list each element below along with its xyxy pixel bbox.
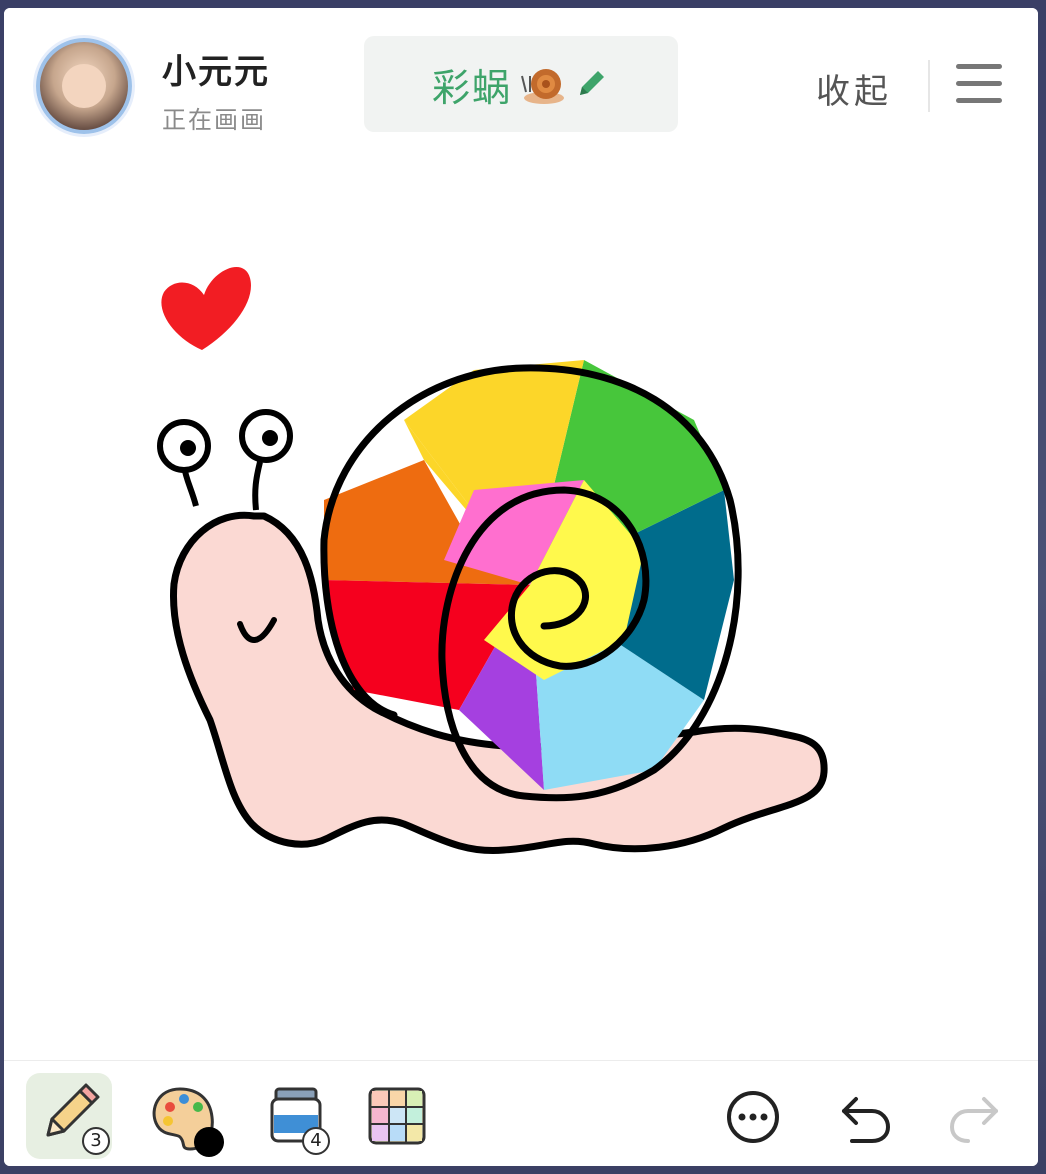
color-grid-icon — [368, 1087, 426, 1145]
fill-bucket-tool-button[interactable]: 4 — [258, 1073, 344, 1159]
pencil-tool-button[interactable]: 3 — [26, 1073, 112, 1159]
redo-button[interactable] — [932, 1073, 1018, 1159]
grid-color-tool-button[interactable] — [356, 1073, 442, 1159]
drawing-window: 小元元 正在画画 彩蜗 收起 3 4 — [4, 8, 1038, 1166]
drawing-title: 彩蜗 — [431, 65, 512, 110]
undo-button[interactable] — [822, 1073, 908, 1159]
header-bar: 小元元 正在画画 彩蜗 收起 — [4, 8, 1038, 161]
bottom-toolbar: 3 4 — [4, 1060, 1038, 1166]
drawing-canvas[interactable] — [4, 160, 1038, 1060]
avatar-face — [62, 64, 106, 108]
username: 小元元 — [162, 52, 270, 92]
pencil-size-badge: 3 — [82, 1127, 110, 1155]
fill-size-badge: 4 — [302, 1127, 330, 1155]
snail-emoji-icon — [521, 69, 564, 104]
drawing-title-box[interactable]: 彩蜗 — [364, 36, 678, 132]
redo-icon — [949, 1097, 998, 1143]
more-icon — [727, 1091, 779, 1143]
menu-icon[interactable] — [956, 64, 1002, 106]
header-divider — [928, 60, 930, 112]
palette-tool-button[interactable] — [140, 1073, 226, 1159]
snail-drawing — [157, 267, 828, 855]
status-text: 正在画画 — [162, 106, 266, 134]
paint-jar-icon — [270, 1087, 322, 1143]
edit-pencil-icon[interactable] — [572, 65, 610, 103]
undo-icon — [842, 1097, 891, 1143]
current-color-swatch — [194, 1127, 224, 1157]
avatar[interactable] — [36, 38, 132, 134]
heart-shape — [161, 267, 251, 350]
collapse-button[interactable]: 收起 — [816, 64, 892, 113]
more-options-button[interactable] — [712, 1073, 798, 1159]
right-antenna — [252, 461, 263, 511]
